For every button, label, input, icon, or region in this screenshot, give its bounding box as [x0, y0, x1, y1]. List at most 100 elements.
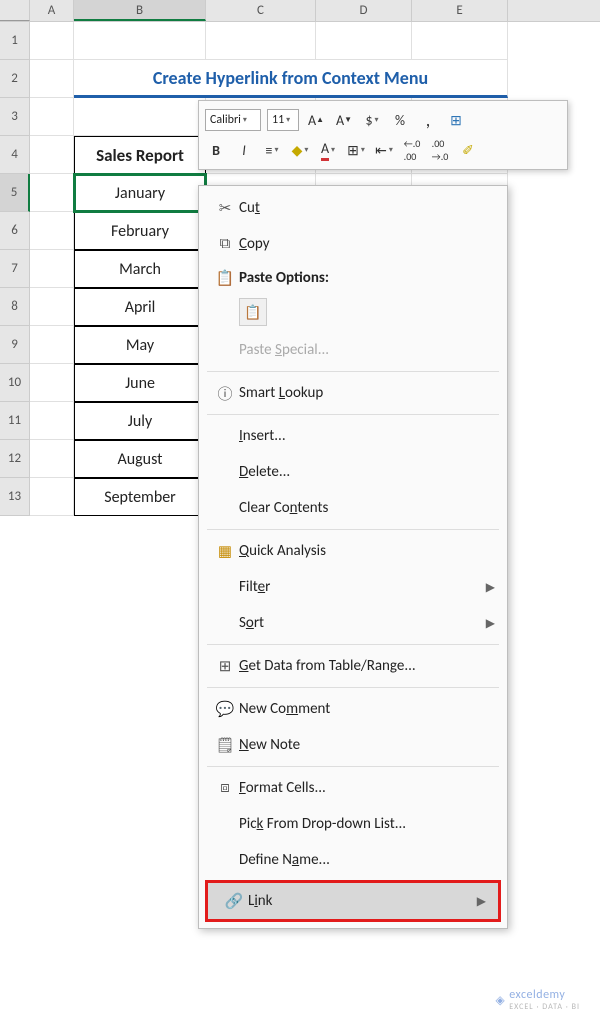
currency-button[interactable]: $▾: [361, 108, 383, 132]
format-painter-icon[interactable]: ✐: [457, 138, 479, 162]
row-header-13[interactable]: 13: [0, 478, 30, 516]
title-cell[interactable]: Create Hyperlink from Context Menu: [74, 60, 508, 98]
separator: [207, 414, 499, 415]
delete-menu-item[interactable]: Delete...: [199, 454, 507, 490]
copy-icon: ⧉: [211, 235, 239, 253]
align-button[interactable]: ≡▾: [261, 138, 283, 162]
table-header-cell[interactable]: Sales Report: [74, 136, 206, 174]
cell-a2[interactable]: [30, 60, 74, 98]
cell-a1[interactable]: [30, 22, 74, 60]
quick-analysis-icon: ▦: [211, 542, 239, 561]
row-header-10[interactable]: 10: [0, 364, 30, 402]
row-header-12[interactable]: 12: [0, 440, 30, 478]
col-header-c[interactable]: C: [206, 0, 316, 21]
cell-a12[interactable]: [30, 440, 74, 478]
cell-c1[interactable]: [206, 22, 316, 60]
define-name-menu-item[interactable]: Define Name...: [199, 842, 507, 878]
cell-a9[interactable]: [30, 326, 74, 364]
scissors-icon: ✂: [211, 199, 239, 218]
row-header-4[interactable]: 4: [0, 136, 30, 174]
mini-toolbar: Calibri▾ 11▾ A▲ A▼ % $▾ % , ⊞ B I ≡▾ ◆▾ …: [198, 100, 568, 170]
copy-menu-item[interactable]: ⧉Copy: [199, 226, 507, 262]
font-name-select[interactable]: Calibri▾: [205, 109, 261, 131]
smart-lookup-menu-item[interactable]: ⓘSmart Lookup: [199, 375, 507, 411]
separator: [207, 766, 499, 767]
cell-b7[interactable]: March: [74, 250, 206, 288]
col-header-b[interactable]: B: [74, 0, 206, 21]
font-color-button[interactable]: A▾: [317, 138, 339, 162]
new-comment-menu-item[interactable]: 💬New Comment: [199, 691, 507, 727]
format-cells-menu-item[interactable]: ⧈Format Cells...: [199, 770, 507, 806]
link-highlight-box: 🔗Link▶: [205, 880, 501, 922]
sort-menu-item[interactable]: Sort▶: [199, 605, 507, 641]
select-all-corner[interactable]: [0, 0, 30, 21]
italic-button[interactable]: I: [233, 138, 255, 162]
row-header-5[interactable]: 5: [0, 174, 30, 212]
cell-a11[interactable]: [30, 402, 74, 440]
cell-a5[interactable]: [30, 174, 74, 212]
row-header-2[interactable]: 2: [0, 60, 30, 98]
pick-dropdown-menu-item[interactable]: Pick From Drop-down List...: [199, 806, 507, 842]
cut-menu-item[interactable]: ✂Cut: [199, 190, 507, 226]
cell-a4[interactable]: [30, 136, 74, 174]
insert-menu-item[interactable]: Insert...: [199, 418, 507, 454]
comma-button[interactable]: ,: [417, 108, 439, 132]
table-format-icon[interactable]: ⊞: [445, 108, 467, 132]
cell-a7[interactable]: [30, 250, 74, 288]
borders-button[interactable]: ⊞▾: [345, 138, 367, 162]
cell-e1[interactable]: [412, 22, 508, 60]
cell-b13[interactable]: September: [74, 478, 206, 516]
bold-button[interactable]: B: [205, 138, 227, 162]
link-icon: 🔗: [220, 892, 248, 911]
watermark: ◈ exceldemy EXCEL · DATA · BI: [496, 988, 580, 1012]
col-header-a[interactable]: A: [30, 0, 74, 21]
increase-font-icon[interactable]: A▲: [305, 108, 327, 132]
quick-analysis-menu-item[interactable]: ▦Quick Analysis: [199, 533, 507, 569]
filter-menu-item[interactable]: Filter▶: [199, 569, 507, 605]
new-note-menu-item[interactable]: 🗒New Note: [199, 727, 507, 763]
percent-button[interactable]: %: [389, 108, 411, 132]
decrease-decimal-button[interactable]: .00→.0: [429, 138, 451, 162]
cell-a6[interactable]: [30, 212, 74, 250]
chevron-right-icon: ▶: [477, 894, 486, 909]
row-header-3[interactable]: 3: [0, 98, 30, 136]
cell-b6[interactable]: February: [74, 212, 206, 250]
comment-icon: 💬: [211, 700, 239, 719]
cell-b11[interactable]: July: [74, 402, 206, 440]
row-header-8[interactable]: 8: [0, 288, 30, 326]
row-header-11[interactable]: 11: [0, 402, 30, 440]
separator: [207, 529, 499, 530]
cell-b8[interactable]: April: [74, 288, 206, 326]
context-menu: ✂Cut ⧉Copy 📋Paste Options: 📋 Paste Speci…: [198, 185, 508, 929]
cell-b12[interactable]: August: [74, 440, 206, 478]
get-data-menu-item[interactable]: ⊞Get Data from Table/Range...: [199, 648, 507, 684]
col-header-d[interactable]: D: [316, 0, 412, 21]
col-header-e[interactable]: E: [412, 0, 508, 21]
clear-contents-menu-item[interactable]: Clear Contents: [199, 490, 507, 526]
row-header-9[interactable]: 9: [0, 326, 30, 364]
row-header-7[interactable]: 7: [0, 250, 30, 288]
cell-b1[interactable]: [74, 22, 206, 60]
row-header-1[interactable]: 1: [0, 22, 30, 60]
increase-decimal-button[interactable]: ←.0.00: [401, 138, 423, 162]
note-icon: 🗒: [211, 736, 239, 755]
cell-b9[interactable]: May: [74, 326, 206, 364]
cell-a13[interactable]: [30, 478, 74, 516]
cell-a8[interactable]: [30, 288, 74, 326]
font-size-select[interactable]: 11▾: [267, 109, 299, 131]
cell-b10[interactable]: June: [74, 364, 206, 402]
merge-center-button[interactable]: ⇤▾: [373, 138, 395, 162]
paste-option-icon[interactable]: 📋: [239, 298, 267, 326]
row-header-6[interactable]: 6: [0, 212, 30, 250]
cell-a10[interactable]: [30, 364, 74, 402]
cell-b3[interactable]: [74, 98, 206, 136]
paste-options-label: 📋Paste Options:: [199, 262, 507, 294]
lightbulb-icon: ⓘ: [211, 383, 239, 404]
cell-d1[interactable]: [316, 22, 412, 60]
fill-color-button[interactable]: ◆▾: [289, 138, 311, 162]
cell-b5-selected[interactable]: January: [74, 174, 206, 212]
cell-a3[interactable]: [30, 98, 74, 136]
link-menu-item[interactable]: 🔗Link▶: [208, 883, 498, 919]
format-cells-icon: ⧈: [211, 779, 239, 797]
decrease-font-icon[interactable]: A▼: [333, 108, 355, 132]
